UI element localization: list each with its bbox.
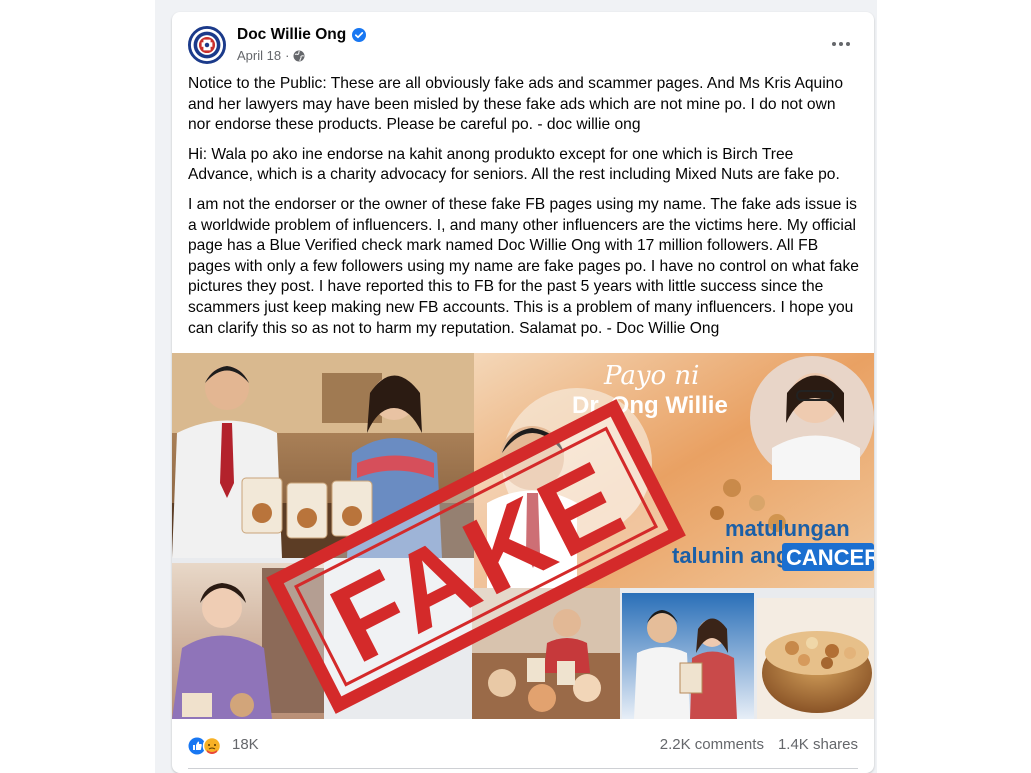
post-paragraph: Hi: Wala po ako ine endorse na kahit ano… bbox=[188, 145, 840, 184]
ad-highlight: CANCER bbox=[786, 545, 874, 570]
author-name[interactable]: Doc Willie Ong bbox=[237, 26, 346, 44]
post-date[interactable]: April 18 bbox=[237, 48, 281, 63]
post-card: Doc Willie Ong April 18 · Notice to the … bbox=[172, 12, 874, 773]
reaction-icons[interactable] bbox=[188, 737, 228, 755]
avatar-emblem-icon bbox=[190, 28, 224, 62]
photo-doctor-woman bbox=[622, 593, 754, 719]
dot-icon bbox=[832, 42, 836, 46]
ad-line-2: talunin ang bbox=[672, 543, 789, 568]
post-header: Doc Willie Ong April 18 · bbox=[172, 12, 874, 72]
fake-ads-collage: Payo ni Dr. Ong Willie matulungan taluni… bbox=[172, 353, 874, 719]
shares-count[interactable]: 1.4K shares bbox=[778, 736, 858, 753]
verified-badge-icon bbox=[352, 28, 367, 42]
avatar[interactable] bbox=[188, 26, 226, 64]
comments-count[interactable]: 2.2K comments bbox=[660, 736, 764, 753]
ad-title-1: Payo ni bbox=[603, 361, 700, 391]
post-text: Notice to the Public: These are all obvi… bbox=[188, 74, 860, 348]
post-image[interactable]: Payo ni Dr. Ong Willie matulungan taluni… bbox=[172, 353, 874, 719]
photo-nut-bowl bbox=[757, 598, 874, 719]
divider bbox=[188, 768, 858, 769]
globe-icon bbox=[293, 50, 305, 61]
dot-icon bbox=[846, 42, 850, 46]
post-paragraph: Notice to the Public: These are all obvi… bbox=[188, 75, 843, 134]
more-options-button[interactable] bbox=[824, 32, 858, 56]
engagement-bar: 18K 2.2K comments 1.4K shares bbox=[188, 734, 858, 758]
meta-separator: · bbox=[285, 48, 290, 63]
dot-icon bbox=[839, 42, 843, 46]
care-icon bbox=[202, 737, 222, 755]
ad-line-1: matulungan bbox=[725, 516, 850, 541]
reaction-count[interactable]: 18K bbox=[232, 736, 259, 753]
post-paragraph: I am not the endorser or the owner of th… bbox=[188, 195, 859, 337]
